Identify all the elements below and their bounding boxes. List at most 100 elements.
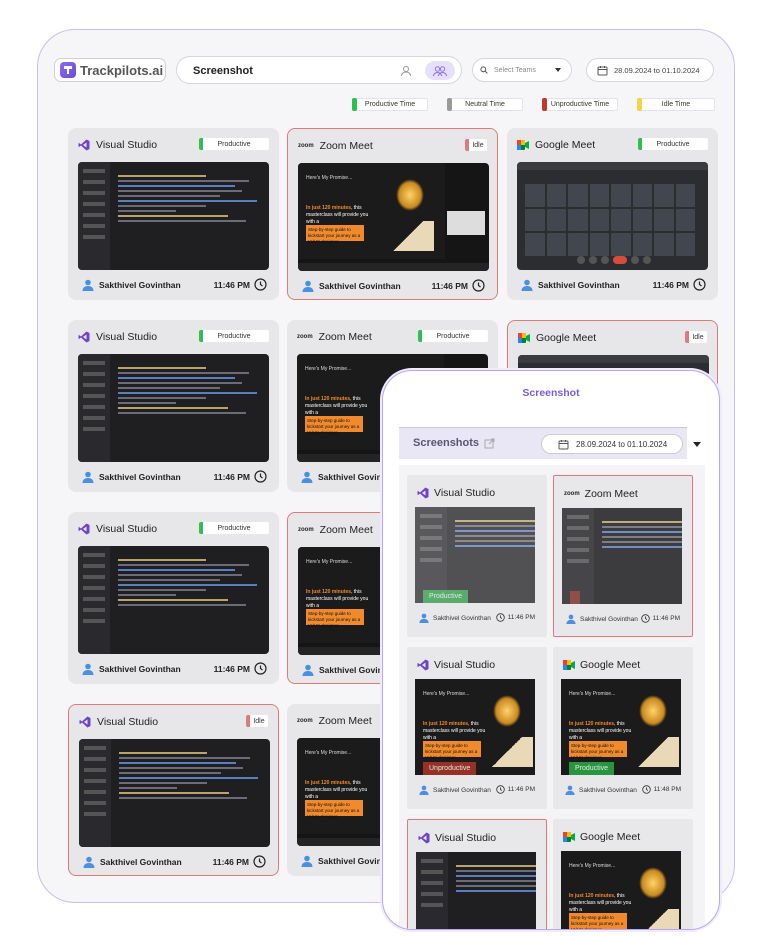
mobile-date-text: 28.09.2024 to 01.10.2024	[576, 439, 668, 449]
legend-label: Unproductive Time	[550, 101, 610, 108]
visual-studio-icon	[418, 832, 430, 844]
mobile-screenshot-card[interactable]: Google Meet Here's My Promise... In just …	[553, 819, 693, 929]
app-header: Visual Studio	[78, 523, 157, 535]
user-info: Sakthivel Govin	[302, 664, 383, 676]
single-user-icon[interactable]	[397, 62, 415, 80]
app-name: Zoom Meet	[318, 331, 372, 343]
legend-label: Idle Time	[661, 101, 691, 108]
app-name: Google Meet	[536, 332, 597, 344]
screenshot-thumbnail[interactable]	[78, 354, 269, 462]
screenshot-thumbnail[interactable]: Productive	[415, 507, 535, 603]
screenshot-thumbnail[interactable]	[78, 546, 269, 654]
app-header: zoom Zoom Meet	[298, 140, 373, 152]
app-name: Visual Studio	[434, 487, 496, 499]
brand-logo[interactable]: Trackpilots.ai	[54, 58, 166, 82]
status-badge: Idle	[685, 331, 707, 343]
external-link-icon[interactable]	[484, 438, 495, 449]
mobile-preview: Screenshot Screenshots 28.09.2024 to 01.…	[382, 370, 720, 930]
app-header: Google Meet	[518, 332, 596, 344]
avatar-icon	[301, 855, 313, 867]
app-header: zoom Zoom Meet	[297, 715, 372, 727]
select-teams-dropdown[interactable]: Select Teams	[472, 58, 572, 82]
screenshot-thumbnail[interactable]	[416, 852, 536, 929]
mobile-screenshot-card[interactable]: Visual Studio Here's My Promise... In jus…	[407, 647, 547, 809]
page-title-bar: Screenshot	[176, 56, 462, 84]
screenshot-thumbnail[interactable]	[517, 162, 708, 270]
mobile-screenshot-card[interactable]: Visual Studio Productive Sakthivel Govin…	[407, 475, 547, 637]
clock-icon	[253, 855, 266, 868]
user-name: Sakthivel Govinthan	[100, 857, 182, 867]
screenshot-card[interactable]: Visual Studio Idle Sakthivel Govinthan 1…	[68, 704, 279, 876]
user-name: Sakthivel Govinthan	[433, 614, 491, 622]
user-info: Sakthivel Govinthan	[82, 279, 181, 291]
screenshot-card[interactable]: zoom Zoom Meet Idle Here's My Promise...…	[287, 128, 498, 300]
avatar-icon	[566, 614, 576, 624]
app-header: zoom Zoom Meet	[298, 524, 373, 536]
mobile-date-picker[interactable]: 28.09.2024 to 01.10.2024	[541, 434, 683, 454]
app-name: Visual Studio	[96, 523, 158, 535]
date-range-picker[interactable]: 28.09.2024 to 01.10.2024	[586, 58, 714, 82]
time-label: 11:46 PM	[212, 856, 249, 867]
user-info: Sakthivel Govinthan	[302, 280, 401, 292]
screenshot-card[interactable]: Visual Studio Productive Sakthivel Govin…	[68, 320, 279, 492]
visual-studio-icon	[78, 331, 90, 343]
user-name: Sakthivel Govinthan	[99, 280, 181, 290]
time-label: 11:46 PM	[213, 663, 250, 674]
legend-neutral: Neutral Time	[447, 98, 523, 111]
time-label: 11:46 PM	[431, 280, 468, 291]
screenshot-card[interactable]: Google Meet Productive Sakthivel Govinth…	[507, 128, 718, 300]
avatar-icon	[521, 279, 533, 291]
status-tag: Productive	[569, 762, 615, 775]
app-name: Visual Studio	[96, 139, 158, 151]
mobile-screenshot-card[interactable]: Google Meet Here's My Promise... In just …	[553, 647, 693, 809]
status-badge: Productive	[638, 138, 708, 150]
visual-studio-icon	[417, 487, 429, 499]
legend-unproductive: Unproductive Time	[542, 98, 618, 111]
screenshot-thumbnail[interactable]	[78, 162, 269, 270]
user-info: Sakthivel Govinthan	[521, 279, 620, 291]
page-title: Screenshot	[193, 65, 253, 77]
screenshot-thumbnail[interactable]: Here's My Promise... In just 120 minutes,…	[561, 851, 681, 929]
screenshot-thumbnail[interactable]	[562, 508, 682, 604]
user-info: Sakthivel Govin	[301, 855, 382, 867]
calendar-icon	[558, 439, 569, 449]
app-header: Google Meet	[517, 139, 595, 151]
clock-icon	[254, 278, 267, 291]
google-meet-icon	[518, 333, 530, 343]
mobile-screenshot-card[interactable]: Visual Studio	[407, 819, 547, 929]
legend-swatch	[542, 98, 547, 111]
legend-swatch	[637, 98, 642, 111]
status-badge: Productive	[418, 330, 488, 342]
user-name: Sakthivel Govinthan	[319, 281, 401, 291]
screenshot-card[interactable]: Visual Studio Productive Sakthivel Govin…	[68, 512, 279, 684]
status-badge: Idle	[465, 139, 487, 151]
screenshot-card[interactable]: Visual Studio Productive Sakthivel Govin…	[68, 128, 279, 300]
screenshot-thumbnail[interactable]	[79, 739, 270, 847]
avatar-icon	[82, 471, 94, 483]
legend-label: Productive Time	[364, 101, 416, 108]
time-label: 11:46 PM	[507, 614, 535, 621]
zoom-logo-icon: zoom	[298, 527, 314, 533]
screenshot-thumbnail[interactable]: Here's My Promise... In just 120 minutes,…	[561, 679, 681, 775]
team-users-icon[interactable]	[425, 61, 455, 80]
user-name: Sakthivel Govinthan	[579, 786, 637, 794]
status-tag: Unproductive	[423, 762, 477, 775]
screenshot-thumbnail[interactable]: Here's My Promise... In just 120 minutes,…	[415, 679, 535, 775]
app-name: Visual Studio	[434, 659, 496, 671]
status-tag: Productive	[423, 590, 469, 603]
chevron-down-icon[interactable]	[693, 442, 701, 447]
legend-label: Neutral Time	[465, 101, 505, 108]
calendar-icon	[597, 65, 608, 75]
google-meet-icon	[563, 832, 575, 842]
mobile-screenshot-card[interactable]: zoom Zoom Meet Sakthivel Govinthan 11:46 …	[553, 475, 693, 637]
avatar-icon	[302, 280, 314, 292]
user-name: Sakthivel Govin	[319, 665, 383, 675]
avatar-icon	[83, 856, 95, 868]
user-info: Sakthivel Govinthan	[82, 471, 181, 483]
app-name: Zoom Meet	[318, 715, 372, 727]
screenshot-thumbnail[interactable]: Here's My Promise... In just 120 minutes,…	[298, 163, 489, 271]
google-meet-icon	[517, 140, 529, 150]
teams-placeholder: Select Teams	[494, 66, 536, 74]
user-name: Sakthivel Govin	[318, 856, 382, 866]
visual-studio-icon	[78, 523, 90, 535]
